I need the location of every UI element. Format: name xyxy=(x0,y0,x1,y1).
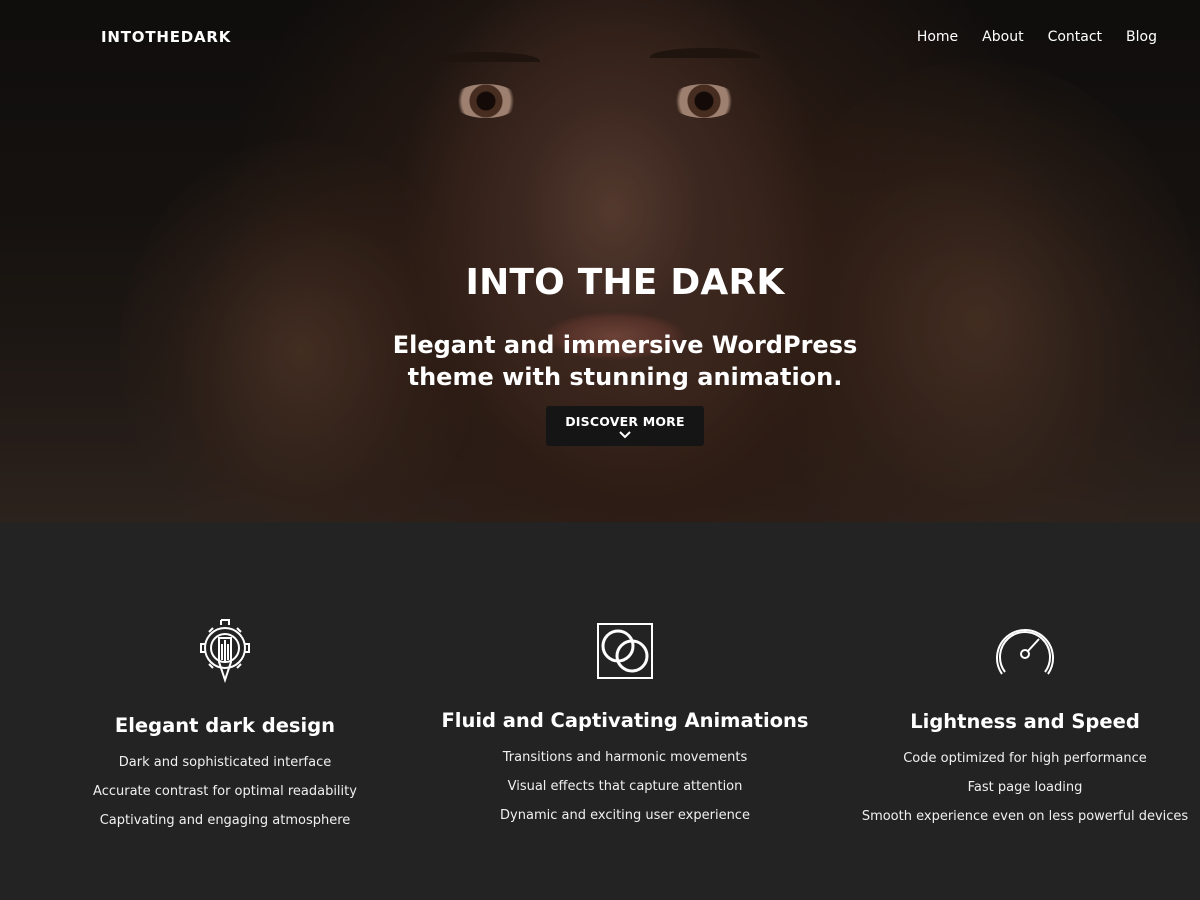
feature-item: Dynamic and exciting user experience xyxy=(500,808,750,823)
site-logo[interactable]: INTOTHEDARK xyxy=(101,28,231,46)
feature-title: Elegant dark design xyxy=(114,714,336,737)
feature-list: Code optimized for high performance Fast… xyxy=(825,744,1200,831)
main-nav: Home About Contact Blog xyxy=(917,29,1157,45)
speedometer-icon xyxy=(996,629,1054,675)
features-section: Elegant dark design Dark and sophisticat… xyxy=(0,522,1200,900)
discover-more-label: DISCOVER MORE xyxy=(565,414,685,429)
feature-card-speed: Lightness and Speed Code optimized for h… xyxy=(825,618,1200,831)
feature-title: Fluid and Captivating Animations xyxy=(441,709,809,732)
feature-title: Lightness and Speed xyxy=(910,710,1140,733)
feature-item: Captivating and engaging atmosphere xyxy=(99,813,351,828)
discover-more-button[interactable]: DISCOVER MORE xyxy=(546,406,704,446)
gear-pen-icon xyxy=(200,619,250,684)
nav-about[interactable]: About xyxy=(982,29,1023,45)
feature-item: Accurate contrast for optimal readabilit… xyxy=(93,784,357,799)
feature-card-animations: Fluid and Captivating Animations Transit… xyxy=(425,618,825,830)
nav-blog[interactable]: Blog xyxy=(1126,29,1157,45)
feature-item: Smooth experience even on less powerful … xyxy=(861,809,1189,824)
feature-item: Transitions and harmonic movements xyxy=(502,750,748,765)
feature-item: Code optimized for high performance xyxy=(903,751,1147,766)
feature-list: Transitions and harmonic movements Visua… xyxy=(425,743,825,830)
feature-list: Dark and sophisticated interface Accurat… xyxy=(25,748,425,835)
chevron-down-icon xyxy=(619,431,631,439)
hero-title: INTO THE DARK xyxy=(465,262,785,303)
feature-item: Dark and sophisticated interface xyxy=(118,755,332,770)
nav-contact[interactable]: Contact xyxy=(1048,29,1102,45)
feature-item: Visual effects that capture attention xyxy=(507,779,743,794)
hero-subtitle: Elegant and immersive WordPress theme wi… xyxy=(392,331,858,391)
overlapping-circles-icon xyxy=(597,623,653,679)
feature-item: Fast page loading xyxy=(967,780,1083,795)
hero-section: INTOTHEDARK Home About Contact Blog INTO… xyxy=(0,0,1200,522)
nav-home[interactable]: Home xyxy=(917,29,958,45)
feature-card-design: Elegant dark design Dark and sophisticat… xyxy=(25,618,425,835)
